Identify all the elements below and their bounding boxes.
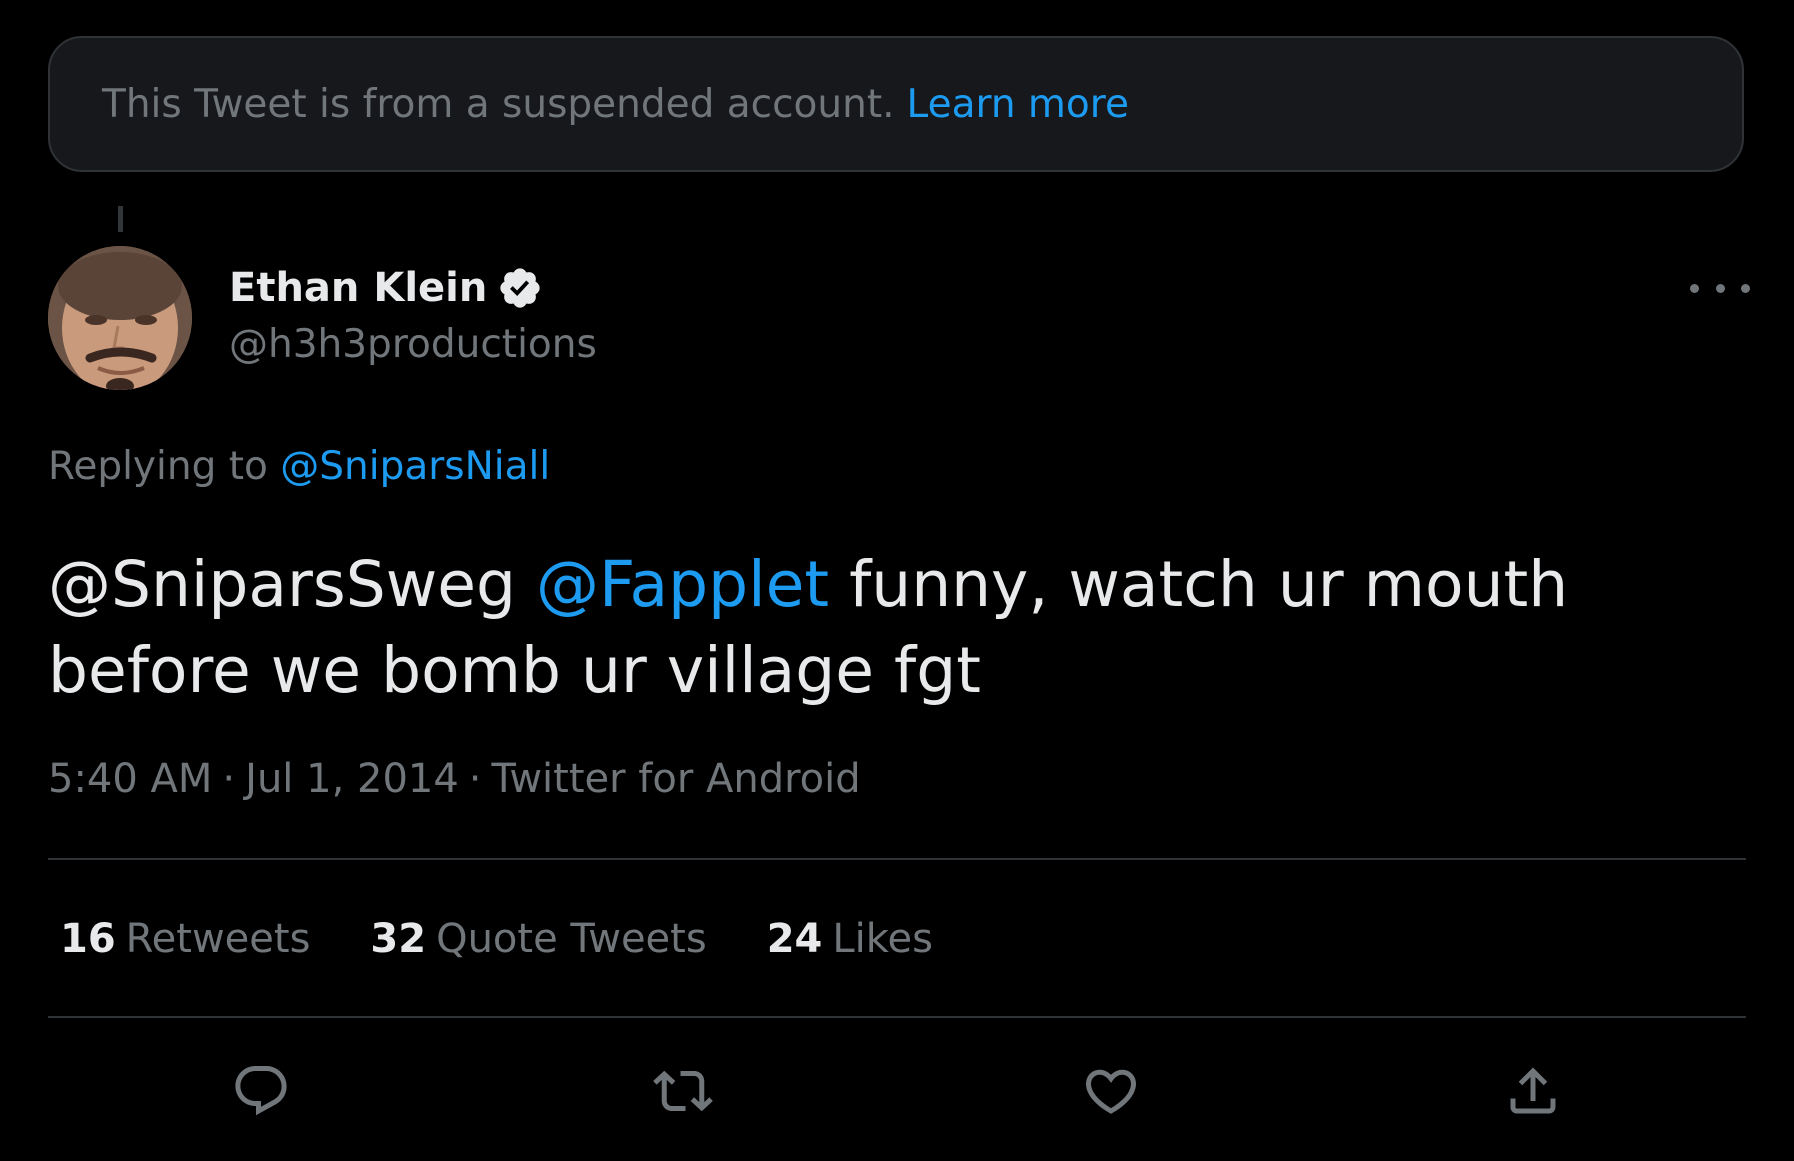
retweet-icon[interactable] bbox=[650, 1058, 716, 1124]
author-handle[interactable]: @h3h3productions bbox=[229, 322, 597, 367]
verified-badge-icon bbox=[497, 265, 543, 311]
quote-tweets-stat[interactable]: 32 Quote Tweets bbox=[370, 916, 706, 962]
tweet-mention-link[interactable]: @Fapplet bbox=[536, 548, 829, 621]
author-name-row[interactable]: Ethan Klein bbox=[229, 262, 543, 314]
tweet-text: @SniparsSweg @Fapplet funny, watch ur mo… bbox=[48, 542, 1748, 714]
retweets-stat[interactable]: 16 Retweets bbox=[60, 916, 310, 962]
avatar[interactable] bbox=[48, 246, 192, 390]
tweet-time[interactable]: 5:40 AM bbox=[48, 756, 212, 802]
likes-count: 24 bbox=[766, 916, 823, 962]
tweet-source: Twitter for Android bbox=[491, 756, 861, 802]
likes-label: Likes bbox=[832, 916, 933, 962]
retweets-label: Retweets bbox=[125, 916, 311, 962]
replying-to: Replying to @SniparsNiall bbox=[48, 444, 550, 489]
divider bbox=[48, 858, 1746, 860]
display-name[interactable]: Ethan Klein bbox=[229, 265, 487, 311]
likes-stat[interactable]: 24 Likes bbox=[767, 916, 933, 962]
suspended-account-notice: This Tweet is from a suspended account. … bbox=[48, 36, 1744, 172]
thread-connector-line bbox=[118, 206, 123, 232]
tweet-mention-plain: @SniparsSweg bbox=[48, 548, 517, 621]
avatar-image bbox=[48, 246, 192, 390]
tweet-meta: 5:40 AM · Jul 1, 2014 · Twitter for Android bbox=[48, 756, 861, 802]
tweet-stats: 16 Retweets 32 Quote Tweets 24 Likes bbox=[60, 916, 993, 962]
notice-text: This Tweet is from a suspended account. bbox=[102, 81, 895, 127]
reply-icon[interactable] bbox=[228, 1058, 294, 1124]
like-icon[interactable] bbox=[1078, 1058, 1144, 1124]
tweet-date[interactable]: Jul 1, 2014 bbox=[245, 756, 459, 802]
share-icon[interactable] bbox=[1500, 1058, 1566, 1124]
learn-more-link[interactable]: Learn more bbox=[907, 82, 1129, 127]
quote-tweets-count: 32 bbox=[370, 916, 427, 962]
divider bbox=[48, 1016, 1746, 1018]
retweets-count: 16 bbox=[60, 916, 116, 962]
quote-tweets-label: Quote Tweets bbox=[436, 916, 707, 962]
replying-to-prefix: Replying to bbox=[48, 444, 268, 489]
more-options-icon[interactable] bbox=[1690, 270, 1750, 306]
replying-to-mention-link[interactable]: @SniparsNiall bbox=[280, 444, 550, 489]
